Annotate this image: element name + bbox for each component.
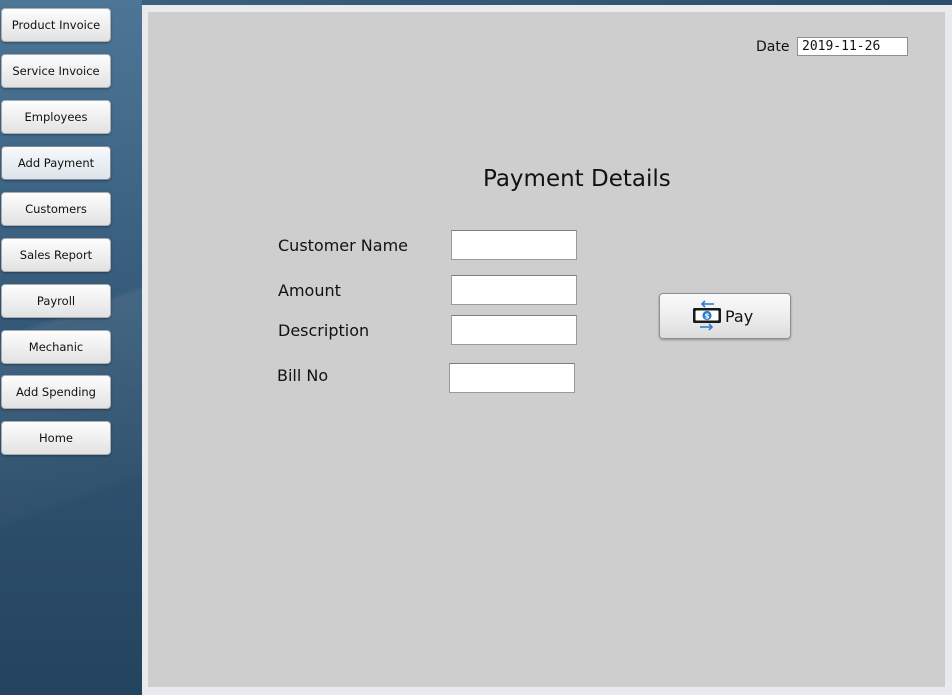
sidebar-item-service-invoice[interactable]: Service Invoice xyxy=(1,54,111,88)
payment-panel xyxy=(148,12,945,687)
money-exchange-icon: $ xyxy=(693,300,721,331)
customer-name-label: Customer Name xyxy=(278,236,409,255)
sidebar-item-home[interactable]: Home xyxy=(1,421,111,455)
sidebar-item-payroll[interactable]: Payroll xyxy=(1,284,111,318)
bill-no-input[interactable] xyxy=(449,363,575,393)
amount-input[interactable] xyxy=(451,275,577,305)
pay-button[interactable]: $ Pay xyxy=(659,293,791,339)
description-input[interactable] xyxy=(451,315,577,345)
sidebar-item-employees[interactable]: Employees xyxy=(1,100,111,134)
sidebar-item-sales-report[interactable]: Sales Report xyxy=(1,238,111,272)
amount-label: Amount xyxy=(278,281,341,300)
sidebar-item-add-payment[interactable]: Add Payment xyxy=(1,146,111,180)
svg-text:$: $ xyxy=(705,312,710,320)
sidebar-item-customers[interactable]: Customers xyxy=(1,192,111,226)
pay-button-label: Pay xyxy=(725,306,754,326)
page-title: Payment Details xyxy=(483,166,671,192)
description-label: Description xyxy=(278,321,370,340)
customer-name-input[interactable] xyxy=(451,230,577,260)
sidebar-item-product-invoice[interactable]: Product Invoice xyxy=(1,8,111,42)
sidebar-item-add-spending[interactable]: Add Spending xyxy=(1,375,111,409)
date-label: Date xyxy=(756,39,790,55)
sidebar-item-mechanic[interactable]: Mechanic xyxy=(1,330,111,364)
date-field[interactable]: 2019-11-26 xyxy=(797,37,908,56)
bill-no-label: Bill No xyxy=(277,366,329,385)
